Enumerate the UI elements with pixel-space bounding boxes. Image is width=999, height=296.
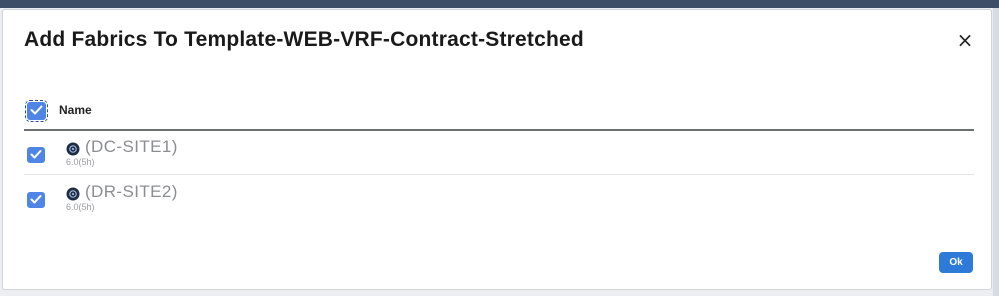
close-button[interactable]: × [953, 28, 977, 52]
table-row[interactable]: (DC-SITE1) 6.0(5h) [24, 131, 974, 175]
checkmark-icon [30, 105, 43, 115]
dialog-title: Add Fabrics To Template-WEB-VRF-Contract… [24, 28, 584, 51]
select-all-checkbox[interactable] [25, 100, 48, 122]
fabric-site-icon [66, 187, 80, 201]
checkmark-icon [30, 195, 42, 204]
checkmark-icon [30, 150, 42, 159]
fabric-site-icon [66, 142, 80, 156]
backdrop-header [0, 0, 999, 8]
fabric-version: 6.0(5h) [66, 202, 95, 212]
row-checkbox[interactable] [27, 192, 45, 208]
ok-button[interactable]: Ok [939, 252, 973, 273]
add-fabrics-dialog: Add Fabrics To Template-WEB-VRF-Contract… [2, 9, 992, 290]
fabric-version: 6.0(5h) [66, 157, 95, 167]
fabric-name: (DC-SITE1) [85, 137, 178, 156]
table-row[interactable]: (DR-SITE2) 6.0(5h) [24, 176, 974, 220]
backdrop-scrollbar [993, 8, 999, 296]
row-checkbox[interactable] [27, 147, 45, 163]
fabric-name: (DR-SITE2) [85, 182, 178, 201]
table-header: Name [24, 93, 974, 131]
name-column-header[interactable]: Name [59, 103, 92, 117]
